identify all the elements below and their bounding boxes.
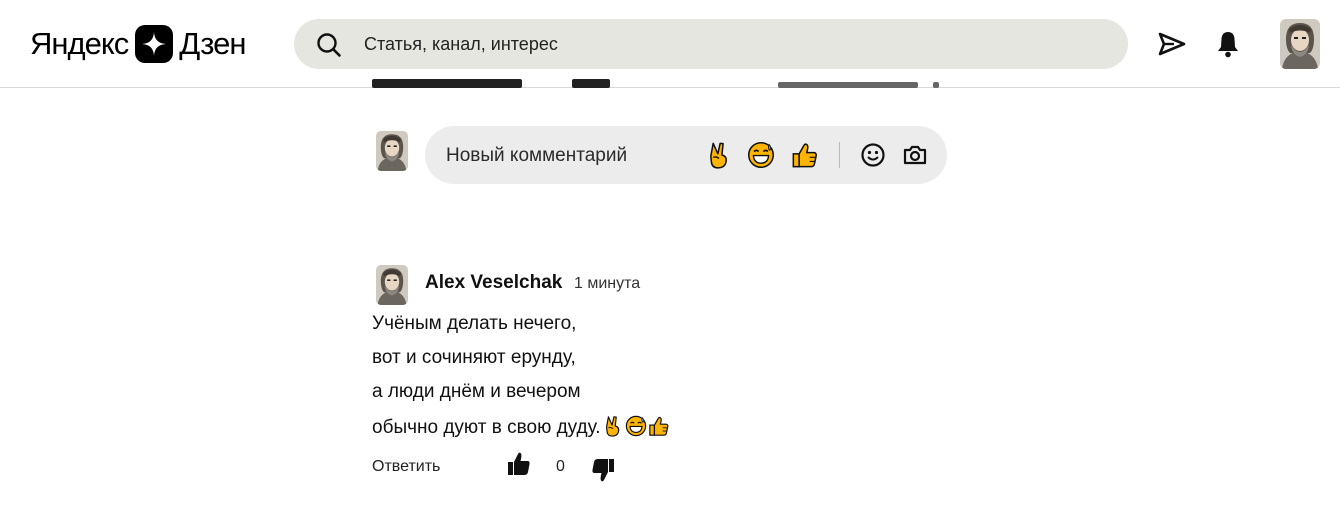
comment-line: обычно дуют в свою дуду. <box>372 417 601 438</box>
thumbs-up-emoji-button[interactable] <box>791 141 819 169</box>
reply-button[interactable]: Ответить <box>372 458 440 476</box>
comment-line: вот и сочиняют ерунду, <box>372 347 576 368</box>
top-header: Яндекс Дзен Статья, канал, интерес <box>0 0 1340 88</box>
comment-author-avatar[interactable] <box>376 265 408 305</box>
toolbar-divider <box>839 142 840 168</box>
thumbs-up-emoji <box>648 415 670 437</box>
yandex-zen-logo[interactable]: Яндекс Дзен <box>30 24 247 64</box>
my-avatar <box>376 131 408 171</box>
comment-placeholder[interactable]: Новый комментарий <box>446 145 627 167</box>
comment-time: 1 минута <box>574 275 641 292</box>
comment-line-last: обычно дуют в свою дуду. <box>372 415 670 439</box>
user-avatar[interactable] <box>1280 19 1320 69</box>
comments-title-cutoff <box>372 74 622 92</box>
search-icon <box>317 33 341 57</box>
grinning-sweat-emoji <box>625 415 647 437</box>
victory-hand-emoji-button[interactable] <box>705 141 733 169</box>
comment-author-name[interactable]: Alex Veselchak <box>425 272 562 294</box>
victory-hand-emoji <box>602 415 624 437</box>
smiley-icon[interactable] <box>859 141 887 169</box>
logo-text-zen: Дзен <box>179 26 246 61</box>
search-bar[interactable]: Статья, канал, интерес <box>294 19 1128 69</box>
grinning-sweat-emoji-button[interactable] <box>747 141 775 169</box>
like-icon[interactable] <box>506 450 532 478</box>
likes-count: 0 <box>556 458 565 475</box>
send-icon[interactable] <box>1157 29 1187 59</box>
camera-icon[interactable] <box>901 141 929 169</box>
bell-icon[interactable] <box>1213 29 1243 59</box>
dislike-icon[interactable] <box>590 456 616 484</box>
comment-line: Учёным делать нечего, <box>372 313 577 334</box>
logo-text-yandex: Яндекс <box>30 26 129 61</box>
comment-line: а люди днём и вечером <box>372 381 581 402</box>
zen-star-icon <box>135 25 174 63</box>
new-comment-input[interactable]: Новый комментарий <box>425 126 947 184</box>
sort-dropdown-cutoff[interactable] <box>778 79 943 91</box>
search-placeholder[interactable]: Статья, канал, интерес <box>364 34 558 55</box>
